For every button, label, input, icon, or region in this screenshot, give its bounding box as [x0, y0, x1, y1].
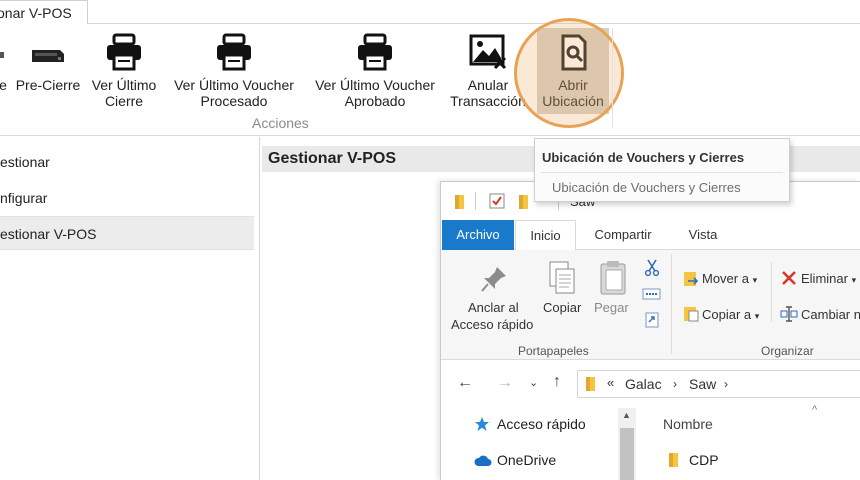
pos-terminal-icon: [28, 32, 68, 75]
breadcrumb-prefix[interactable]: «: [607, 375, 614, 390]
tab-compartir[interactable]: Compartir: [583, 220, 663, 250]
star-icon: [474, 416, 490, 437]
explorer-ribbon: Anclar al Acceso rápido Copiar Pegar Por…: [441, 250, 860, 360]
breadcrumb-galac[interactable]: Galac: [625, 376, 662, 392]
printer-icon: [355, 32, 395, 75]
group-label-organizar: Organizar: [761, 344, 814, 358]
ribbon-icon-partial: [0, 32, 8, 75]
folder-icon: [453, 194, 467, 215]
folder-icon: [667, 452, 681, 473]
explorer-nav-pane: Acceso rápido OneDrive ▲: [441, 408, 636, 480]
explorer-address-row: ← → ⌄ ↑ « Galac › Saw ›: [441, 360, 860, 408]
copy-path-icon[interactable]: [642, 287, 662, 306]
tab-archivo[interactable]: Archivo: [442, 220, 514, 250]
copy-to-icon: [682, 305, 700, 328]
mover-a-button[interactable]: Mover a ▾: [702, 271, 757, 286]
address-bar[interactable]: « Galac › Saw ›: [577, 370, 860, 398]
tooltip-title: Ubicación de Vouchers y Cierres: [542, 150, 745, 165]
copy-icon: [547, 260, 577, 301]
anclar-label-1[interactable]: Anclar al: [468, 300, 519, 315]
back-arrow-icon[interactable]: ←: [457, 374, 473, 392]
properties-check-icon[interactable]: [489, 193, 505, 214]
ribbon: e Pre-Cierre Ver Último Cierre Ver Últim…: [0, 18, 860, 136]
anclar-label-2[interactable]: Acceso rápido: [451, 317, 533, 332]
cambiar-nombre-button[interactable]: Cambiar n: [801, 307, 860, 322]
group-label-acciones: Acciones: [252, 115, 309, 131]
scrollbar-thumb[interactable]: [620, 428, 634, 480]
left-navigation: estionar nfigurar estionar V-POS: [0, 137, 260, 480]
file-explorer-window: ▾ Saw Archivo Inicio Compartir Vista Anc…: [440, 181, 860, 480]
delete-x-icon: [781, 270, 797, 291]
forward-arrow-icon[interactable]: →: [497, 374, 513, 392]
tooltip-description: Ubicación de Vouchers y Cierres: [552, 180, 741, 195]
scroll-up-icon[interactable]: ▲: [622, 410, 631, 420]
nav-onedrive[interactable]: OneDrive: [497, 452, 556, 468]
group-label-portapapeles: Portapapeles: [518, 344, 589, 358]
rename-icon: [780, 305, 798, 328]
new-folder-icon[interactable]: [517, 194, 531, 215]
nav-acceso-rapido[interactable]: Acceso rápido: [497, 416, 586, 432]
tooltip-abrir-ubicacion: Ubicación de Vouchers y Cierres Ubicació…: [534, 138, 790, 202]
nav-item-gestionar-vpos[interactable]: estionar V-POS: [0, 216, 254, 250]
pegar-button[interactable]: Pegar: [594, 300, 629, 315]
file-row[interactable]: CDP: [636, 446, 860, 472]
file-name: CDP: [689, 452, 719, 468]
copiar-a-button[interactable]: Copiar a ▾: [702, 307, 759, 322]
address-folder-icon: [584, 376, 598, 397]
tab-gestionar-vpos[interactable]: onar V-POS: [0, 0, 88, 25]
move-to-icon: [682, 270, 700, 293]
breadcrumb-chevron-icon[interactable]: ›: [673, 377, 677, 391]
ribbon-group-divider: [612, 28, 613, 128]
paste-icon: [598, 260, 628, 301]
breadcrumb-chevron-icon[interactable]: ›: [724, 377, 728, 391]
nav-item-configurar[interactable]: nfigurar: [0, 181, 254, 215]
sort-ascending-icon: ^: [812, 404, 818, 416]
explorer-tabs: Archivo Inicio Compartir Vista: [441, 220, 860, 251]
paste-shortcut-icon[interactable]: [644, 310, 660, 333]
recent-locations-icon[interactable]: ⌄: [529, 376, 538, 389]
printer-icon: [104, 32, 144, 75]
file-search-icon: [553, 32, 593, 75]
nav-scrollbar[interactable]: ▲: [618, 408, 636, 480]
image-delete-icon: [468, 32, 508, 75]
explorer-file-list: ^ Nombre CDP: [636, 404, 860, 480]
breadcrumb-saw[interactable]: Saw: [689, 376, 716, 392]
nav-item-gestionar[interactable]: estionar: [0, 145, 254, 179]
pin-icon: [479, 264, 509, 299]
copiar-button[interactable]: Copiar: [543, 300, 581, 315]
cloud-icon: [474, 454, 492, 472]
up-arrow-icon[interactable]: ↑: [553, 373, 561, 391]
scissors-icon[interactable]: [644, 258, 660, 281]
top-tab-bar: onar V-POS: [0, 0, 860, 25]
eliminar-button[interactable]: Eliminar ▾: [801, 271, 856, 286]
tab-inicio[interactable]: Inicio: [515, 220, 576, 251]
column-header-nombre[interactable]: Nombre: [663, 416, 713, 432]
tab-vista[interactable]: Vista: [673, 220, 733, 250]
printer-icon: [214, 32, 254, 75]
